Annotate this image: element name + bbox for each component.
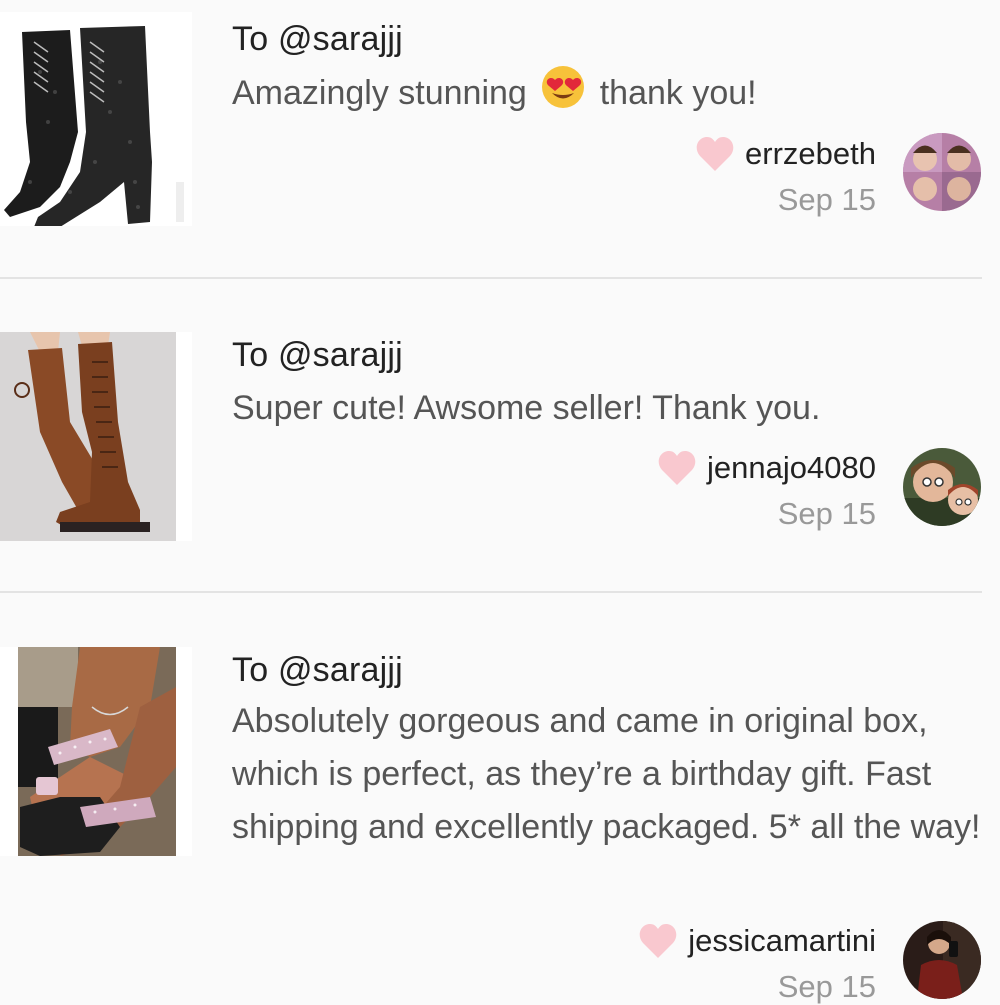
- review-recipient: To @sarajjj: [232, 20, 403, 58]
- review-recipient: To @sarajjj: [232, 336, 403, 374]
- reviewer-username[interactable]: errzebeth: [745, 136, 876, 172]
- review-date: Sep 15: [777, 182, 876, 217]
- review-recipient: To @sarajjj: [232, 651, 403, 689]
- divider: [0, 277, 982, 279]
- item-thumbnail-rhinestone-sandals[interactable]: [0, 647, 192, 856]
- review-comment: Amazingly stunning thank you!: [232, 64, 982, 126]
- reviewer-avatar[interactable]: [903, 133, 981, 211]
- review-item: To @sarajjj Amazingly stunning thank you…: [0, 0, 1000, 278]
- review-meta: jennajo4080 Sep 15: [657, 448, 876, 532]
- heart-eyes-emoji-icon: [540, 64, 586, 126]
- review-comment-text-before: Amazingly stunning: [232, 74, 527, 112]
- review-meta: jessicamartini Sep 15: [638, 921, 876, 1005]
- review-comment: Absolutely gorgeous and came in original…: [232, 702, 981, 846]
- review-comment: Super cute! Awsome seller! Thank you.: [232, 389, 821, 427]
- review-comment-text-after: thank you!: [599, 74, 757, 112]
- item-thumbnail-brown-boots[interactable]: [0, 332, 192, 541]
- review-date: Sep 15: [777, 969, 876, 1004]
- reviewer-avatar[interactable]: [903, 921, 981, 999]
- reviewer-username[interactable]: jennajo4080: [707, 450, 876, 486]
- heart-icon[interactable]: [657, 450, 697, 486]
- reviewer-username[interactable]: jessicamartini: [688, 923, 876, 959]
- divider: [0, 591, 982, 593]
- review-meta: errzebeth Sep 15: [695, 134, 876, 218]
- review-item: To @sarajjj Super cute! Awsome seller! T…: [0, 280, 1000, 593]
- heart-icon[interactable]: [695, 136, 735, 172]
- item-thumbnail-black-boots[interactable]: [0, 12, 192, 226]
- reviewer-avatar[interactable]: [903, 448, 981, 526]
- review-item: To @sarajjj Absolutely gorgeous and came…: [0, 595, 1000, 1004]
- heart-icon[interactable]: [638, 923, 678, 959]
- review-date: Sep 15: [777, 496, 876, 531]
